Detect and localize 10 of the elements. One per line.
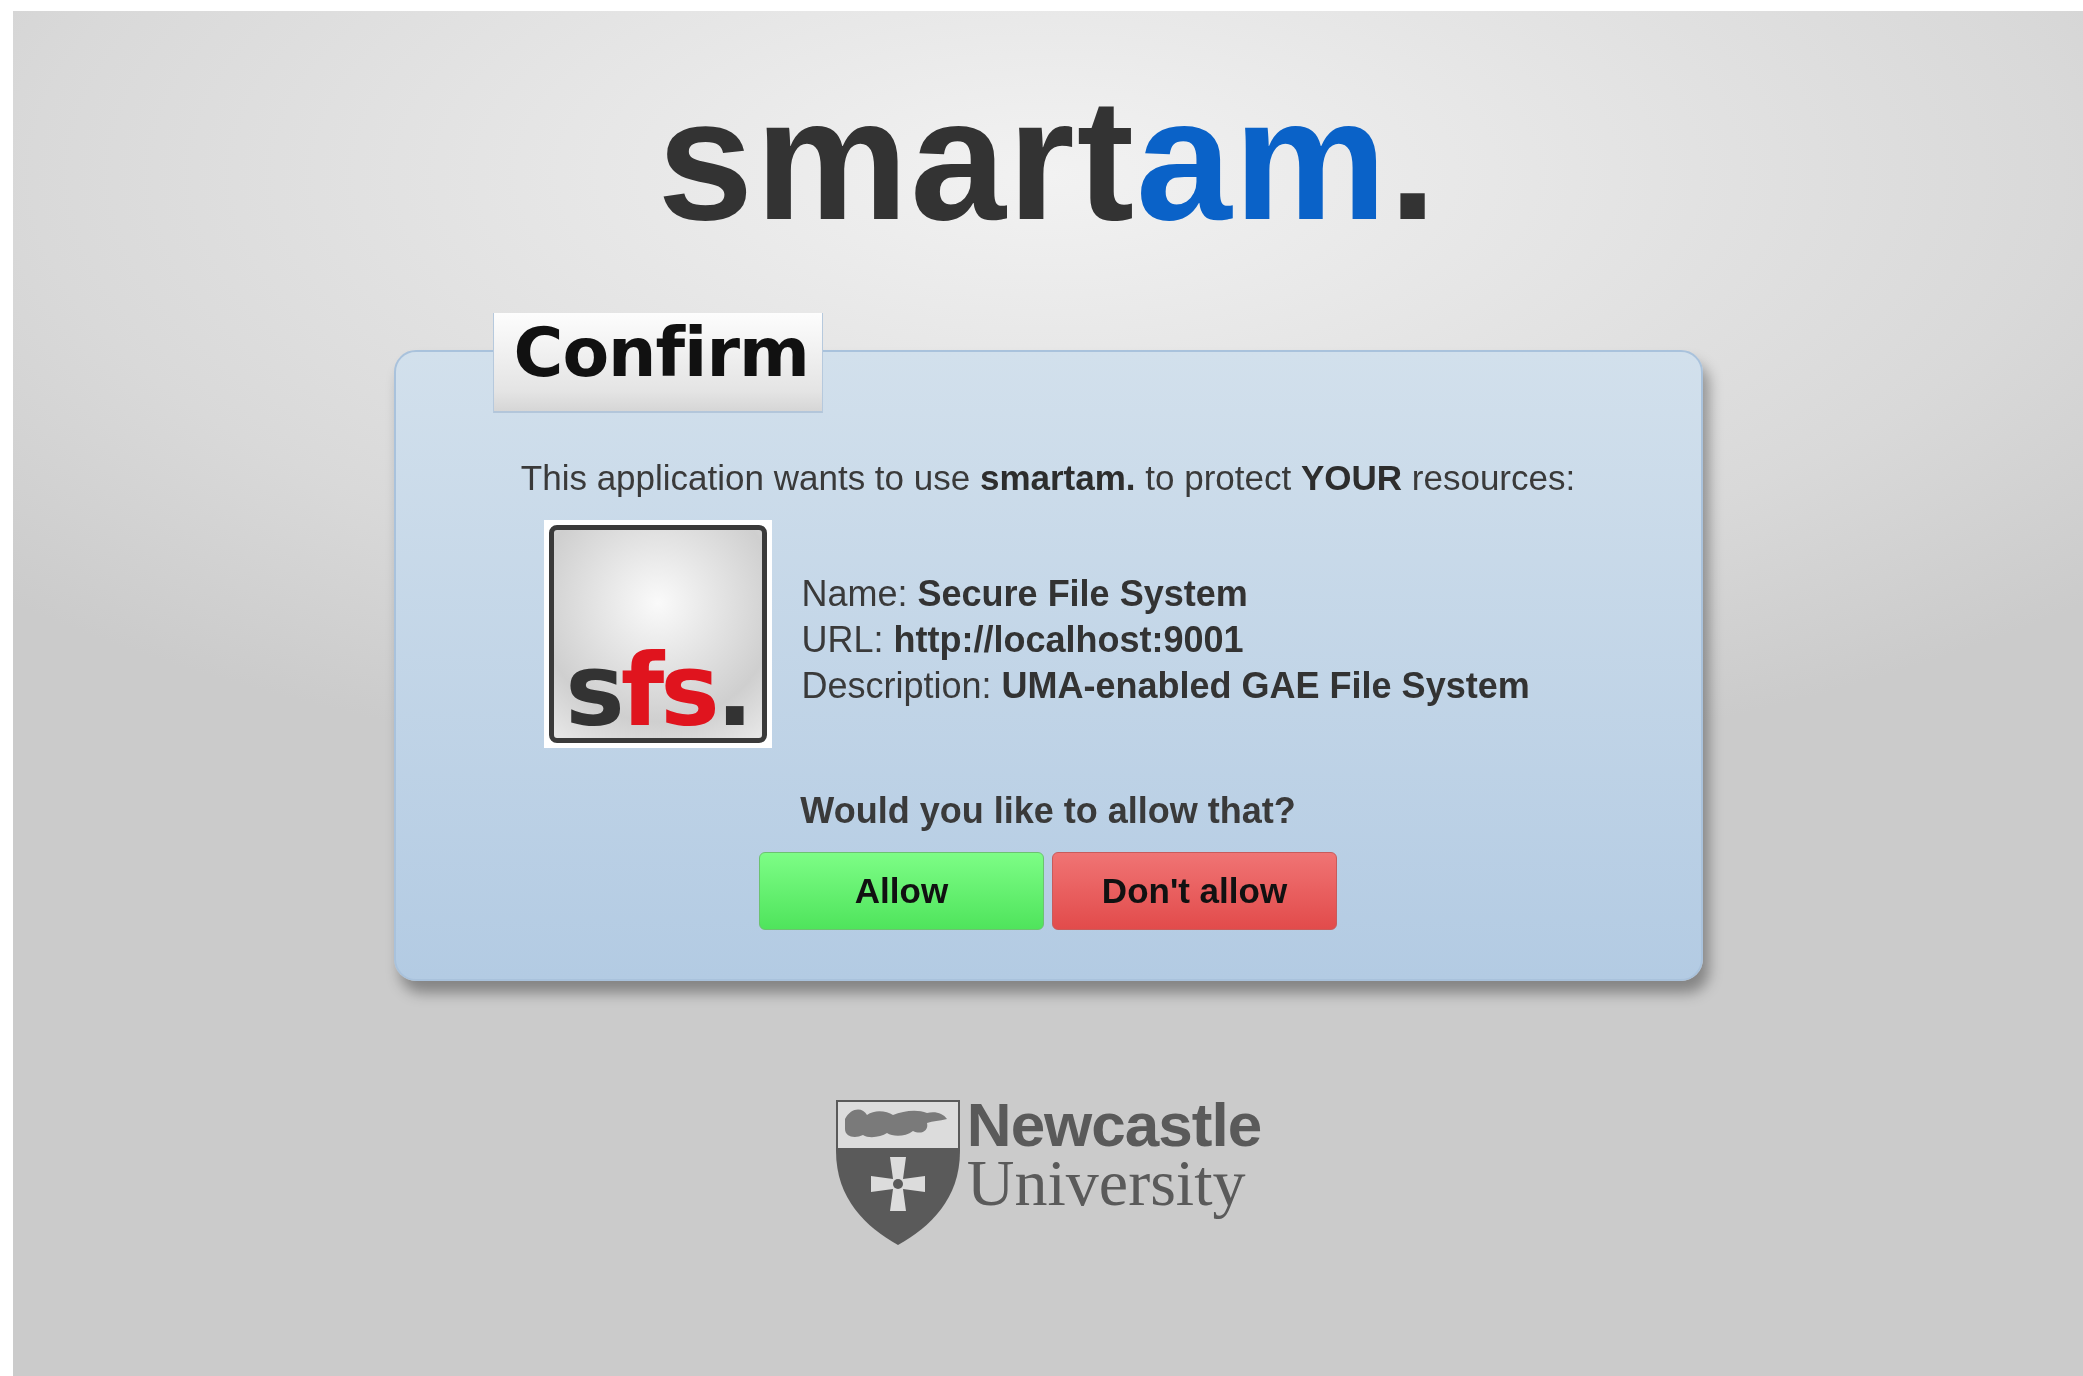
detail-text: Name: Secure File System (801, 572, 1249, 616)
detail-text: Description: UMA-enabled GAE File System (801, 664, 1530, 708)
smartam-logo: smartam. (657, 73, 1439, 245)
shield-icon (834, 1099, 961, 1246)
question-text: Would you like to allow that? (800, 790, 1296, 832)
app-logo: sfs. (543, 520, 772, 748)
allow-button[interactable]: Allow (759, 852, 1044, 930)
deny-button[interactable]: Don't allow (1052, 852, 1337, 930)
intro-text: This application wants to use smartam. to protect YOUR resources: (520, 458, 1576, 498)
detail-text: URL: http://localhost:9001 (801, 618, 1245, 662)
